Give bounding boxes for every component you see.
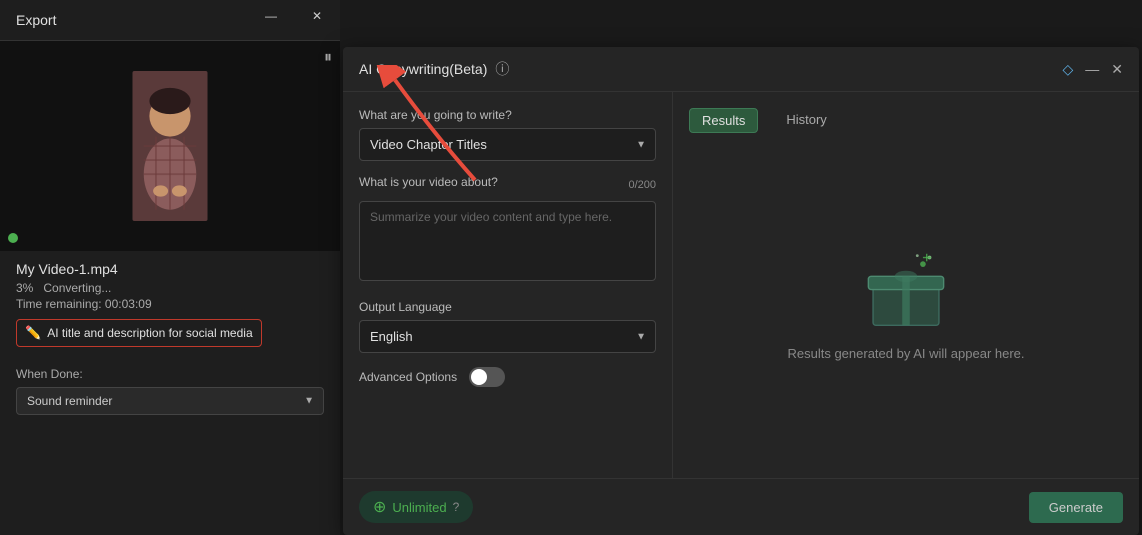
form-section: What are you going to write? Video Chapt…	[343, 92, 673, 478]
window-controls: — ✕	[248, 0, 340, 32]
header-controls: ◇ — ✕	[1062, 61, 1123, 78]
video-status: 3% Converting...	[16, 281, 324, 295]
generate-button[interactable]: Generate	[1029, 492, 1123, 523]
about-label: What is your video about?	[359, 175, 498, 189]
ai-badge[interactable]: ✏️ AI title and description for social m…	[16, 319, 262, 347]
help-icon[interactable]: ⓘ	[495, 59, 509, 79]
results-tabs: Results History	[689, 108, 1123, 133]
empty-state-text: Results generated by AI will appear here…	[787, 346, 1024, 361]
ai-panel-body: What are you going to write? Video Chapt…	[343, 92, 1139, 478]
export-panel: Export — ✕ ⏸	[0, 0, 340, 535]
unlimited-icon: ⊕	[373, 497, 386, 517]
lang-group: Output Language English Chinese Spanish …	[359, 300, 656, 353]
write-label: What are you going to write?	[359, 108, 656, 122]
close-button[interactable]: ✕	[294, 0, 340, 32]
about-textarea[interactable]	[359, 201, 656, 281]
pause-button[interactable]: ⏸	[324, 49, 332, 67]
about-group: What is your video about? 0/200	[359, 175, 656, 286]
minimize-button[interactable]: —	[248, 0, 294, 32]
toggle-knob	[471, 369, 487, 385]
when-done-select-wrapper: Sound reminder Shutdown Do nothing ▼	[16, 387, 324, 415]
unlimited-help-icon: ?	[453, 500, 460, 514]
person-figure	[130, 71, 210, 221]
char-count: 0/200	[628, 179, 656, 191]
pin-icon[interactable]: ◇	[1062, 61, 1073, 78]
video-info: My Video-1.mp4 3% Converting... Time rem…	[0, 251, 340, 357]
recording-indicator	[8, 233, 18, 243]
advanced-label: Advanced Options	[359, 370, 457, 384]
unlimited-button[interactable]: ⊕ Unlimited ?	[359, 491, 473, 523]
write-group: What are you going to write? Video Chapt…	[359, 108, 656, 161]
unlimited-label: Unlimited	[392, 500, 446, 515]
ai-panel: AI Copywriting(Beta) ⓘ ◇ — ✕ What are yo…	[343, 47, 1139, 535]
video-filename: My Video-1.mp4	[16, 261, 324, 277]
export-title: Export	[16, 12, 56, 28]
lang-select[interactable]: English Chinese Spanish French	[359, 320, 656, 353]
tab-history[interactable]: History	[774, 108, 838, 133]
video-preview: ⏸	[0, 41, 340, 251]
write-select[interactable]: Video Chapter Titles AI title and descri…	[359, 128, 656, 161]
when-done-select[interactable]: Sound reminder Shutdown Do nothing	[16, 387, 324, 415]
ai-panel-title: AI Copywriting(Beta)	[359, 61, 487, 77]
export-header: Export — ✕	[0, 0, 340, 41]
ai-panel-header: AI Copywriting(Beta) ⓘ ◇ — ✕	[343, 47, 1139, 92]
advanced-toggle[interactable]	[469, 367, 505, 387]
progress-percent: 3%	[16, 281, 33, 295]
minimize-panel-icon[interactable]: —	[1085, 61, 1099, 77]
when-done-section: When Done: Sound reminder Shutdown Do no…	[0, 357, 340, 425]
title-group: AI Copywriting(Beta) ⓘ	[359, 59, 509, 79]
ai-badge-text: AI title and description for social medi…	[47, 326, 252, 340]
advanced-options-row: Advanced Options	[359, 367, 656, 387]
ai-pencil-icon: ✏️	[25, 325, 41, 341]
empty-state-icon	[856, 250, 956, 330]
when-done-label: When Done:	[16, 367, 324, 381]
results-section: Results History	[673, 92, 1139, 478]
time-remaining: Time remaining: 00:03:09	[16, 297, 324, 311]
converting-text: Converting...	[43, 281, 111, 295]
tab-results[interactable]: Results	[689, 108, 758, 133]
results-empty-state: Results generated by AI will appear here…	[689, 149, 1123, 462]
about-textarea-wrapper	[359, 201, 656, 286]
write-select-wrapper: Video Chapter Titles AI title and descri…	[359, 128, 656, 161]
lang-label: Output Language	[359, 300, 656, 314]
lang-select-wrapper: English Chinese Spanish French ▼	[359, 320, 656, 353]
close-panel-icon[interactable]: ✕	[1111, 61, 1123, 78]
bottom-bar: ⊕ Unlimited ? Generate	[343, 478, 1139, 535]
